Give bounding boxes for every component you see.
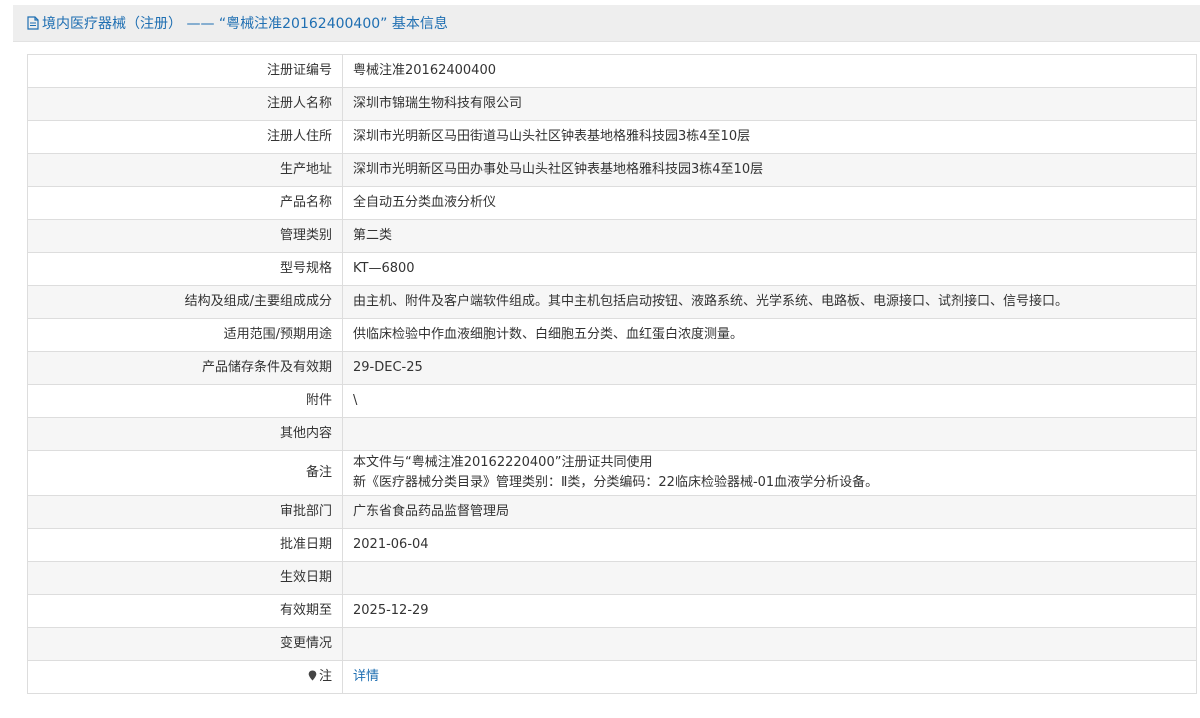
row-label: 变更情况	[27, 627, 343, 661]
row-value: 由主机、附件及客户端软件组成。其中主机包括启动按钮、液路系统、光学系统、电路板、…	[342, 285, 1197, 319]
table-row: 注册人名称 深圳市锦瑞生物科技有限公司	[27, 87, 1197, 121]
remark-line-1: 本文件与“粤械注准20162220400”注册证共同使用	[353, 455, 653, 470]
row-label: 结构及组成/主要组成成分	[27, 285, 343, 319]
table-row: 注 详情	[27, 660, 1197, 694]
table-row: 生产地址 深圳市光明新区马田办事处马山头社区钟表基地格雅科技园3栋4至10层	[27, 153, 1197, 187]
table-row: 型号规格 KT—6800	[27, 252, 1197, 286]
row-value: 粤械注准20162400400	[342, 54, 1197, 88]
row-value: 深圳市光明新区马田办事处马山头社区钟表基地格雅科技园3栋4至10层	[342, 153, 1197, 187]
pin-icon	[308, 668, 317, 688]
row-label: 生效日期	[27, 561, 343, 595]
row-value: 深圳市光明新区马田街道马山头社区钟表基地格雅科技园3栋4至10层	[342, 120, 1197, 154]
table-row: 生效日期	[27, 561, 1197, 595]
row-value	[342, 627, 1197, 661]
row-value	[342, 417, 1197, 451]
row-label: 其他内容	[27, 417, 343, 451]
row-label: 适用范围/预期用途	[27, 318, 343, 352]
table-row: 注册证编号 粤械注准20162400400	[27, 54, 1197, 88]
row-label: 审批部门	[27, 495, 343, 529]
row-value: 广东省食品药品监督管理局	[342, 495, 1197, 529]
row-label: 注册证编号	[27, 54, 343, 88]
row-value: 本文件与“粤械注准20162220400”注册证共同使用 新《医疗器械分类目录》…	[342, 450, 1197, 496]
row-label: 产品储存条件及有效期	[27, 351, 343, 385]
row-value: 详情	[342, 660, 1197, 694]
row-value	[342, 561, 1197, 595]
remark-line-2: 新《医疗器械分类目录》管理类别：Ⅱ类，分类编码：22临床检验器械-01血液学分析…	[353, 475, 879, 490]
table-row: 批准日期 2021-06-04	[27, 528, 1197, 562]
table-row: 备注 本文件与“粤械注准20162220400”注册证共同使用 新《医疗器械分类…	[27, 450, 1197, 496]
row-label-note: 注	[27, 660, 343, 694]
row-value: 全自动五分类血液分析仪	[342, 186, 1197, 220]
row-value: 供临床检验中作血液细胞计数、白细胞五分类、血红蛋白浓度测量。	[342, 318, 1197, 352]
panel-header: 境内医疗器械（注册） —— “粤械注准20162400400” 基本信息	[13, 5, 1200, 42]
page-title: 境内医疗器械（注册） —— “粤械注准20162400400” 基本信息	[42, 16, 448, 32]
row-value: 2025-12-29	[342, 594, 1197, 628]
row-label: 备注	[27, 450, 343, 496]
table-row: 有效期至 2025-12-29	[27, 594, 1197, 628]
row-label: 附件	[27, 384, 343, 418]
note-label: 注	[318, 668, 332, 684]
row-label: 注册人住所	[27, 120, 343, 154]
row-value: 深圳市锦瑞生物科技有限公司	[342, 87, 1197, 121]
row-label: 批准日期	[27, 528, 343, 562]
table-row: 变更情况	[27, 627, 1197, 661]
row-label: 型号规格	[27, 252, 343, 286]
table-row: 结构及组成/主要组成成分 由主机、附件及客户端软件组成。其中主机包括启动按钮、液…	[27, 285, 1197, 319]
row-value: KT—6800	[342, 252, 1197, 286]
table-row: 产品储存条件及有效期 29-DEC-25	[27, 351, 1197, 385]
row-label: 注册人名称	[27, 87, 343, 121]
row-value: 29-DEC-25	[342, 351, 1197, 385]
row-value: \	[342, 384, 1197, 418]
row-label: 生产地址	[27, 153, 343, 187]
detail-table: 注册证编号 粤械注准20162400400 注册人名称 深圳市锦瑞生物科技有限公…	[27, 54, 1197, 694]
row-value: 第二类	[342, 219, 1197, 253]
table-row: 适用范围/预期用途 供临床检验中作血液细胞计数、白细胞五分类、血红蛋白浓度测量。	[27, 318, 1197, 352]
detail-table-wrap: 注册证编号 粤械注准20162400400 注册人名称 深圳市锦瑞生物科技有限公…	[27, 54, 1197, 694]
table-row: 产品名称 全自动五分类血液分析仪	[27, 186, 1197, 220]
table-row: 其他内容	[27, 417, 1197, 451]
info-panel: 境内医疗器械（注册） —— “粤械注准20162400400” 基本信息 注册证…	[13, 5, 1200, 718]
table-row: 注册人住所 深圳市光明新区马田街道马山头社区钟表基地格雅科技园3栋4至10层	[27, 120, 1197, 154]
table-row: 审批部门 广东省食品药品监督管理局	[27, 495, 1197, 529]
detail-link[interactable]: 详情	[353, 669, 379, 684]
row-label: 产品名称	[27, 186, 343, 220]
table-row: 管理类别 第二类	[27, 219, 1197, 253]
row-label: 有效期至	[27, 594, 343, 628]
document-icon	[27, 16, 39, 30]
row-value: 2021-06-04	[342, 528, 1197, 562]
table-row: 附件 \	[27, 384, 1197, 418]
row-label: 管理类别	[27, 219, 343, 253]
